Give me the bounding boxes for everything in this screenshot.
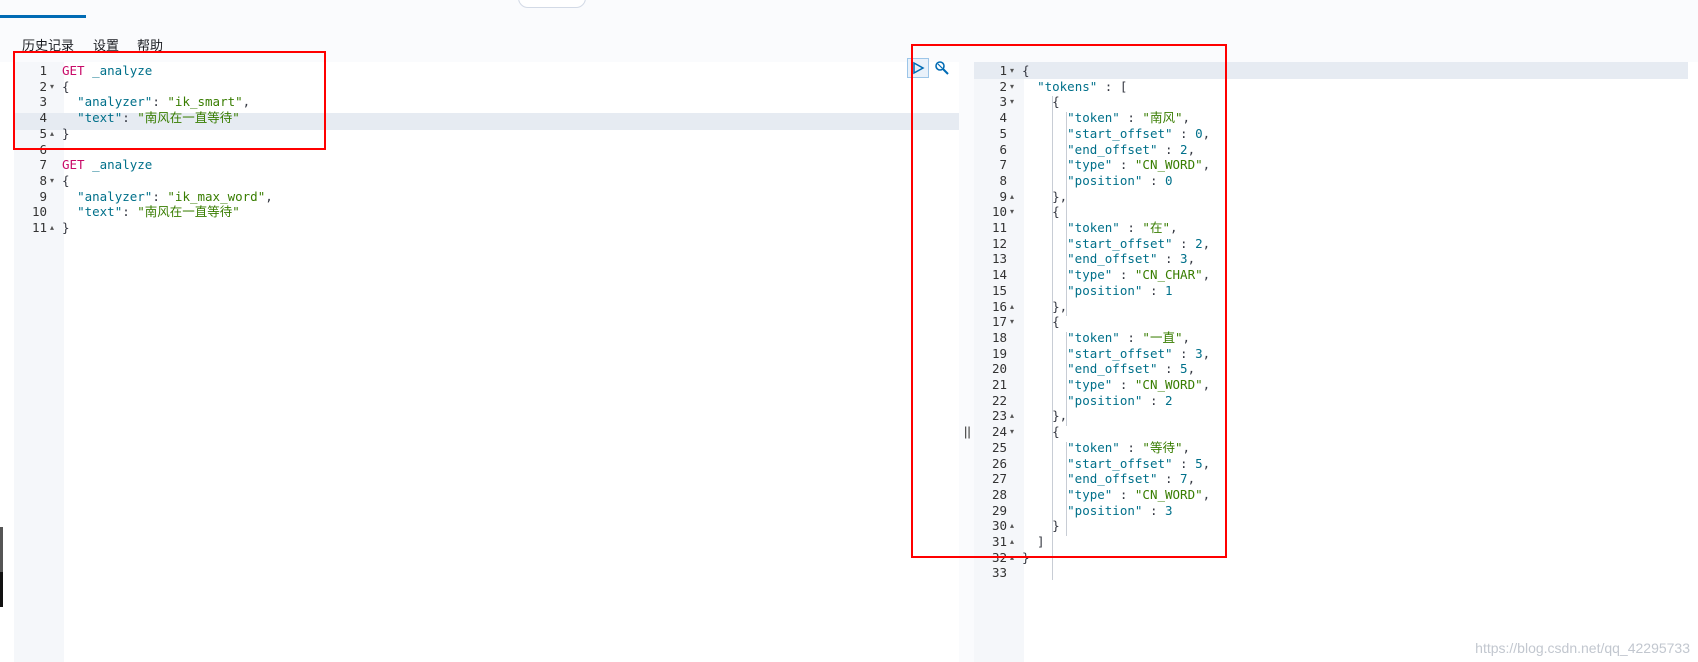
request-code-line: { (62, 172, 70, 188)
left-edge-marker (0, 527, 3, 572)
request-highlight-box (13, 51, 326, 150)
request-code-line: "analyzer": "ik_max_word", (77, 188, 273, 204)
line-number: 11 (31, 220, 47, 235)
request-code-line: "text": "南风在一直等待" (77, 204, 240, 220)
request-editor[interactable]: 1 GET _analyze 2 ▾{3 "analyzer": "ik_smart"… (14, 58, 959, 662)
request-code-line: } (62, 220, 70, 235)
line-number: 8 (39, 172, 47, 188)
fold-open-icon[interactable]: ▾ (50, 172, 54, 189)
fold-close-icon[interactable]: ▴ (50, 219, 54, 236)
line-number: 10 (31, 204, 47, 220)
tab-pill[interactable] (518, 0, 586, 8)
line-number: 33 (991, 565, 1007, 581)
line-number: 9 (39, 188, 47, 204)
request-code-line: GET _analyze (62, 157, 153, 173)
watermark: https://blog.csdn.net/qq_42295733 (1475, 640, 1690, 656)
left-edge-marker-2 (0, 572, 3, 607)
app-tab-bar (0, 0, 1698, 19)
output-scrollbar[interactable] (1688, 62, 1698, 662)
line-number: 7 (39, 157, 47, 173)
response-highlight-box (911, 44, 1227, 558)
